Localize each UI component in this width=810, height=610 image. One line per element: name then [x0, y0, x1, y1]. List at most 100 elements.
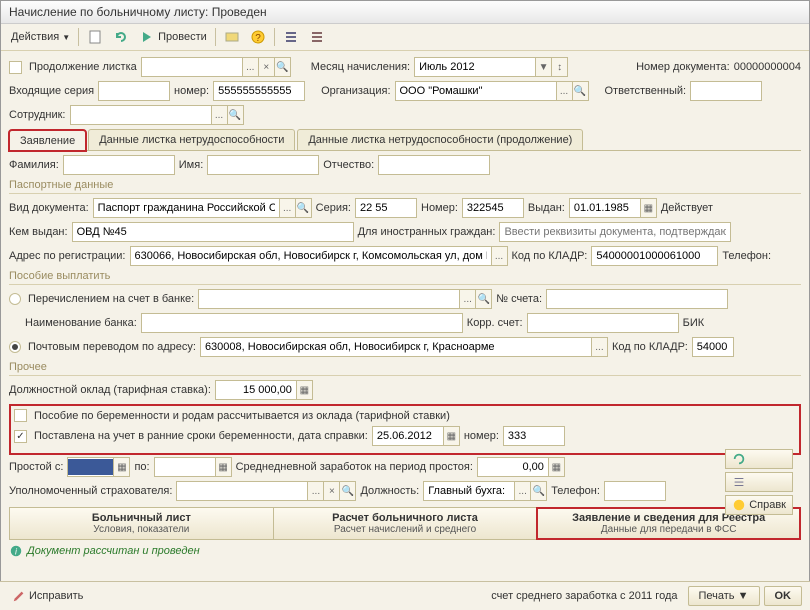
avg-label: Среднедневной заработок на период просто… [236, 461, 473, 473]
bank-radio-label: Перечислением на счет в банке: [28, 293, 194, 305]
info-icon: i [9, 544, 23, 558]
month-input[interactable]: ▼↕ [414, 57, 568, 77]
month-label: Месяц начисления: [311, 61, 410, 73]
help-button[interactable]: Справк [725, 495, 793, 515]
help-icon[interactable]: ? [246, 27, 270, 47]
emp-label: Сотрудник: [9, 109, 66, 121]
ok-button[interactable]: OK [764, 586, 803, 606]
other-section: Прочее [9, 361, 801, 373]
bik-label: БИК [683, 317, 705, 329]
list2-icon[interactable] [305, 27, 329, 47]
bankname-input[interactable] [141, 313, 463, 333]
in-series-label: Входящие серия [9, 85, 94, 97]
issued-label: Выдан: [528, 202, 565, 214]
num-label: Номер: [421, 202, 458, 214]
acct-input[interactable] [546, 289, 728, 309]
valid-label: Действует [661, 202, 713, 214]
preg-checkbox[interactable] [14, 409, 27, 422]
idle-from-input[interactable]: ▦ [67, 457, 130, 477]
in-series-input[interactable] [98, 81, 170, 101]
reg-date-input[interactable]: ▦ [372, 426, 460, 446]
num-input[interactable] [462, 198, 524, 218]
issued-input[interactable]: ▦ [569, 198, 657, 218]
post-addr-input[interactable]: ... [200, 337, 608, 357]
bank-acct-lookup[interactable]: ...🔍 [198, 289, 492, 309]
status-text: i Документ рассчитан и проведен [9, 544, 801, 558]
continuation-checkbox[interactable] [9, 61, 22, 74]
name-input[interactable] [207, 155, 319, 175]
continuation-input[interactable]: ...×🔍 [141, 57, 291, 77]
addr-label: Адрес по регистрации: [9, 250, 126, 262]
list-icon[interactable] [279, 27, 303, 47]
org-input[interactable]: ...🔍 [395, 81, 589, 101]
post-radio[interactable] [9, 341, 21, 353]
avg-input[interactable]: ▦ [477, 457, 565, 477]
tab-application[interactable]: Заявление [9, 130, 86, 151]
passport-section: Паспортные данные [9, 179, 801, 191]
doc-icon[interactable] [83, 27, 107, 47]
window-title: Начисление по больничному листу: Проведе… [1, 1, 809, 24]
otch-input[interactable] [378, 155, 490, 175]
tab-sickleave-cont[interactable]: Данные листка нетрудоспособности (продол… [297, 129, 583, 150]
payout-section: Пособие выплатить [9, 270, 801, 282]
fix-button[interactable]: Исправить [8, 587, 87, 605]
org-label: Организация: [321, 85, 390, 97]
tabs: Заявление Данные листка нетрудоспособнос… [9, 129, 801, 151]
korr-input[interactable] [527, 313, 679, 333]
kladr2-input[interactable] [692, 337, 734, 357]
insurer-label: Уполномоченный страхователя: [9, 485, 172, 497]
addr-input[interactable]: ... [130, 246, 508, 266]
preg-label: Пособие по беременности и родам рассчиты… [34, 410, 450, 422]
acct-label: № счета: [496, 293, 542, 305]
ser-input[interactable] [355, 198, 417, 218]
tel2-label: Телефон: [551, 485, 600, 497]
reg-num-input[interactable] [503, 426, 565, 446]
salary-input[interactable]: ▦ [215, 380, 313, 400]
idle-to-input[interactable]: ▦ [154, 457, 232, 477]
print-button[interactable]: Печать ▼ [688, 586, 760, 606]
by-label: Кем выдан: [9, 226, 68, 238]
in-num-label: номер: [174, 85, 209, 97]
footer-tabs: Больничный лист Условия, показатели Расч… [9, 507, 801, 540]
kladr2-label: Код по КЛАДР: [612, 341, 688, 353]
ftab-calc[interactable]: Расчет больничного листа Расчет начислен… [274, 508, 538, 539]
tel-label: Телефон: [722, 250, 771, 262]
by-input[interactable] [72, 222, 354, 242]
tel2-input[interactable] [604, 481, 666, 501]
emp-input[interactable]: ...🔍 [70, 105, 244, 125]
reg-checkbox[interactable]: ✓ [14, 430, 27, 443]
pregnancy-box: Пособие по беременности и родам рассчиты… [9, 404, 801, 455]
doctype-label: Вид документа: [9, 202, 89, 214]
calc-label: счет среднего заработка с 2011 года [491, 590, 677, 602]
refresh-icon[interactable] [109, 27, 133, 47]
continuation-label: Продолжение листка [29, 61, 137, 73]
list-button[interactable] [725, 472, 793, 492]
korr-label: Корр. счет: [467, 317, 523, 329]
kladr-label: Код по КЛАДР: [512, 250, 588, 262]
fam-input[interactable] [63, 155, 175, 175]
pos-input[interactable]: ...🔍 [423, 481, 547, 501]
kladr-input[interactable] [591, 246, 718, 266]
fam-label: Фамилия: [9, 159, 59, 171]
in-num-input[interactable] [213, 81, 305, 101]
ser-label: Серия: [316, 202, 351, 214]
run-button[interactable]: Провести [135, 27, 211, 47]
salary-label: Должностной оклад (тарифная ставка): [9, 384, 211, 396]
toolbar: Действия ▼ Провести ? [1, 24, 809, 51]
docnum-value: 00000000004 [734, 61, 801, 73]
report-icon[interactable] [220, 27, 244, 47]
bottom-bar: Исправить счет среднего заработка с 2011… [0, 581, 810, 610]
otch-label: Отчество: [323, 159, 374, 171]
refresh-button[interactable] [725, 449, 793, 469]
ftab-sick-leave[interactable]: Больничный лист Условия, показатели [10, 508, 274, 539]
doctype-input[interactable]: ...🔍 [93, 198, 312, 218]
foreign-input[interactable] [499, 222, 731, 242]
bank-radio[interactable] [9, 293, 21, 305]
svg-text:?: ? [255, 33, 261, 44]
actions-dropdown[interactable]: Действия ▼ [7, 29, 74, 45]
reg-num-label: номер: [464, 430, 499, 442]
tab-sickleave-data[interactable]: Данные листка нетрудоспособности [88, 129, 295, 150]
post-radio-label: Почтовым переводом по адресу: [28, 341, 196, 353]
insurer-input[interactable]: ...×🔍 [176, 481, 356, 501]
resp-input[interactable] [690, 81, 762, 101]
